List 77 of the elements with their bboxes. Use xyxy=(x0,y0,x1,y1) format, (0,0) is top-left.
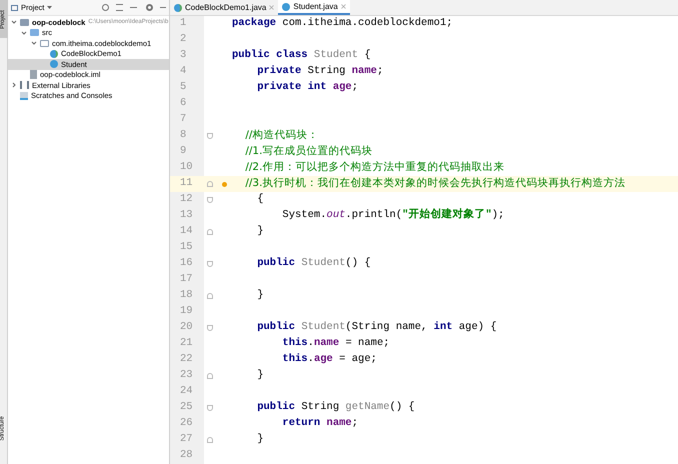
line-number: 17 xyxy=(180,272,193,288)
panel-view-icon xyxy=(11,4,18,10)
fold-start-icon[interactable] xyxy=(207,197,213,203)
line-number: 21 xyxy=(180,336,193,352)
line-number: 22 xyxy=(180,352,193,368)
line-number: 26 xyxy=(180,416,193,432)
code-line: } xyxy=(256,368,264,384)
code-line: private int age; xyxy=(256,80,358,96)
code-line: } xyxy=(256,224,264,240)
library-icon xyxy=(20,81,29,90)
line-number: 4 xyxy=(180,64,186,80)
line-number: 27 xyxy=(180,432,193,448)
code-line: } xyxy=(256,432,264,448)
line-number: 12 xyxy=(180,192,193,208)
close-icon[interactable] xyxy=(269,5,274,10)
line-number: 7 xyxy=(180,112,186,128)
line-number: 13 xyxy=(180,208,193,224)
fold-start-icon[interactable] xyxy=(207,261,213,267)
line-number: 5 xyxy=(180,80,186,96)
code-line: //2.作用：可以把多个构造方法中重复的代码抽取出来 xyxy=(244,160,504,175)
line-number: 16 xyxy=(180,256,193,272)
line-number: 20 xyxy=(180,320,193,336)
line-number: 19 xyxy=(180,304,193,320)
fold-start-icon[interactable] xyxy=(207,133,213,139)
line-number: 18 xyxy=(180,288,193,304)
line-number: 28 xyxy=(180,448,193,464)
line-number: 3 xyxy=(180,48,186,64)
fold-end-icon[interactable] xyxy=(207,229,213,235)
editor-tab[interactable]: CodeBlockDemo1.java xyxy=(170,0,278,15)
minimize-icon[interactable] xyxy=(160,7,166,8)
code-line: //构造代码块： xyxy=(244,128,318,143)
line-number: 25 xyxy=(180,400,193,416)
code-line: private String name; xyxy=(256,64,384,80)
code-line: { xyxy=(256,192,264,208)
collapse-all-icon[interactable] xyxy=(116,4,123,11)
line-number: 24 xyxy=(180,384,193,400)
code-line: //3.执行时机：我们在创建本类对象的时候会先执行构造代码块再执行构造方法 xyxy=(244,176,626,191)
line-number: 2 xyxy=(180,32,186,48)
code-line: package com.itheima.codeblockdemo1; xyxy=(232,16,453,32)
code-line: public class Student { xyxy=(232,48,371,64)
line-number: 1 xyxy=(180,16,186,32)
line-number: 15 xyxy=(180,240,193,256)
settings-icon[interactable] xyxy=(146,4,153,11)
code-line: public Student() { xyxy=(256,256,371,272)
close-icon[interactable] xyxy=(340,4,346,9)
code-line: this.age = age; xyxy=(281,352,377,368)
line-number: 9 xyxy=(180,144,186,160)
fold-end-icon[interactable] xyxy=(207,437,213,443)
line-number: 6 xyxy=(180,96,186,112)
code-line: return name; xyxy=(281,416,358,432)
fold-start-icon[interactable] xyxy=(207,405,213,411)
line-number: 10 xyxy=(180,160,193,176)
editor-tab[interactable]: Student.java xyxy=(278,0,350,15)
intention-bulb-icon[interactable] xyxy=(222,182,226,186)
line-number: 8 xyxy=(180,128,186,144)
code-line: public Student(String name, int age) { xyxy=(256,320,497,336)
scratch-icon xyxy=(20,92,28,100)
fold-end-icon[interactable] xyxy=(207,293,213,299)
file-icon xyxy=(30,70,37,80)
fold-end-icon[interactable] xyxy=(207,373,213,379)
fold-start-icon[interactable] xyxy=(207,325,213,331)
code-line: System.out.println("开始创建对象了"); xyxy=(281,208,504,224)
line-number: 23 xyxy=(180,368,193,384)
class-icon xyxy=(174,4,182,12)
package-folder-icon xyxy=(40,40,49,47)
fold-end-icon[interactable] xyxy=(207,181,213,187)
module-folder-icon xyxy=(20,18,29,26)
line-number: 14 xyxy=(180,224,193,240)
code-line: //1.写在成员位置的代码块 xyxy=(244,144,372,159)
code-line: this.name = name; xyxy=(281,336,390,352)
line-number: 11 xyxy=(180,176,193,192)
code-line: public String getName() { xyxy=(256,400,415,416)
folder-icon xyxy=(30,29,39,36)
locate-icon[interactable] xyxy=(102,4,109,11)
code-line: } xyxy=(256,288,264,304)
dropdown-caret-icon[interactable] xyxy=(47,6,52,10)
class-icon xyxy=(282,2,290,10)
